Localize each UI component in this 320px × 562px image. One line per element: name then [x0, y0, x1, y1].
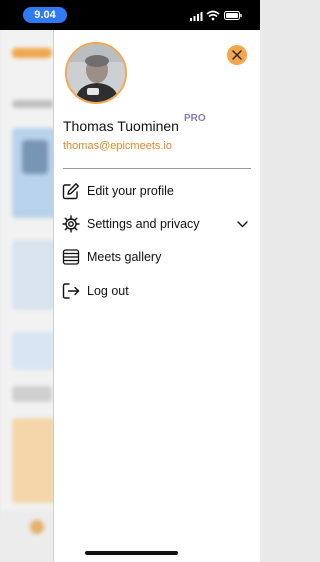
menu-item-label: Log out: [87, 284, 129, 298]
signal-icon: [190, 12, 203, 21]
menu-item-log-out[interactable]: Log out: [62, 279, 254, 305]
user-name: Thomas Tuominen: [63, 118, 179, 134]
user-email: thomas@epicmeets.io: [63, 140, 172, 152]
menu-item-settings-privacy[interactable]: Settings and privacy: [62, 212, 254, 238]
menu-item-label: Settings and privacy: [87, 217, 200, 231]
status-bar: 9.04: [0, 0, 260, 30]
close-icon: [232, 50, 242, 60]
background-number: [22, 140, 48, 174]
logout-icon: [62, 283, 80, 299]
background-card: [12, 332, 57, 370]
home-indicator: [85, 551, 178, 555]
wifi-icon: [206, 10, 220, 21]
edit-icon: [62, 183, 79, 200]
side-drawer: Thomas Tuominen PRO thomas@epicmeets.io …: [53, 30, 260, 562]
battery-icon: [224, 11, 242, 20]
chevron-down-icon[interactable]: [237, 221, 248, 228]
pro-badge: PRO: [184, 113, 206, 124]
close-button[interactable]: [227, 45, 247, 65]
menu-item-label: Edit your profile: [87, 184, 174, 198]
background-heading: [12, 386, 52, 402]
avatar[interactable]: [65, 42, 127, 104]
gear-icon: [62, 215, 80, 233]
divider: [63, 168, 251, 169]
background-card: [12, 240, 57, 310]
background-card: [12, 418, 57, 503]
background-text: [12, 100, 54, 108]
avatar-photo: [67, 44, 125, 102]
status-time: 9.04: [23, 7, 67, 23]
menu-item-label: Meets gallery: [87, 250, 162, 264]
background-nav: [0, 510, 60, 562]
menu-item-meets-gallery[interactable]: Meets gallery: [62, 245, 254, 271]
menu-item-edit-profile[interactable]: Edit your profile: [62, 179, 254, 205]
gallery-icon: [62, 249, 80, 265]
background-logo: [12, 48, 52, 58]
background-nav-icon: [30, 520, 44, 534]
